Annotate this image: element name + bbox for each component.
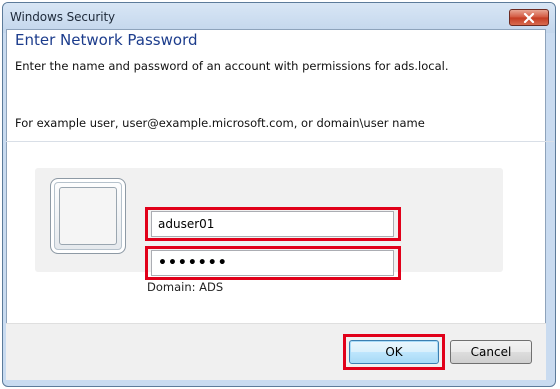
username-example-text: For example user, user@example.microsoft… xyxy=(15,116,425,130)
avatar xyxy=(59,187,117,245)
divider xyxy=(6,141,554,142)
dialog-heading: Enter Network Password xyxy=(15,31,198,49)
domain-label: Domain: ADS xyxy=(147,280,224,294)
user-tile-icon xyxy=(50,178,126,254)
password-highlight-box xyxy=(145,246,401,280)
dialog-description: Enter the name and password of an accoun… xyxy=(15,59,449,73)
close-icon xyxy=(523,12,535,23)
ok-highlight-box xyxy=(343,334,445,370)
username-highlight-box xyxy=(145,207,401,241)
cancel-button[interactable]: Cancel xyxy=(450,340,532,364)
close-button[interactable] xyxy=(509,9,549,26)
window-title: Windows Security xyxy=(10,10,116,24)
